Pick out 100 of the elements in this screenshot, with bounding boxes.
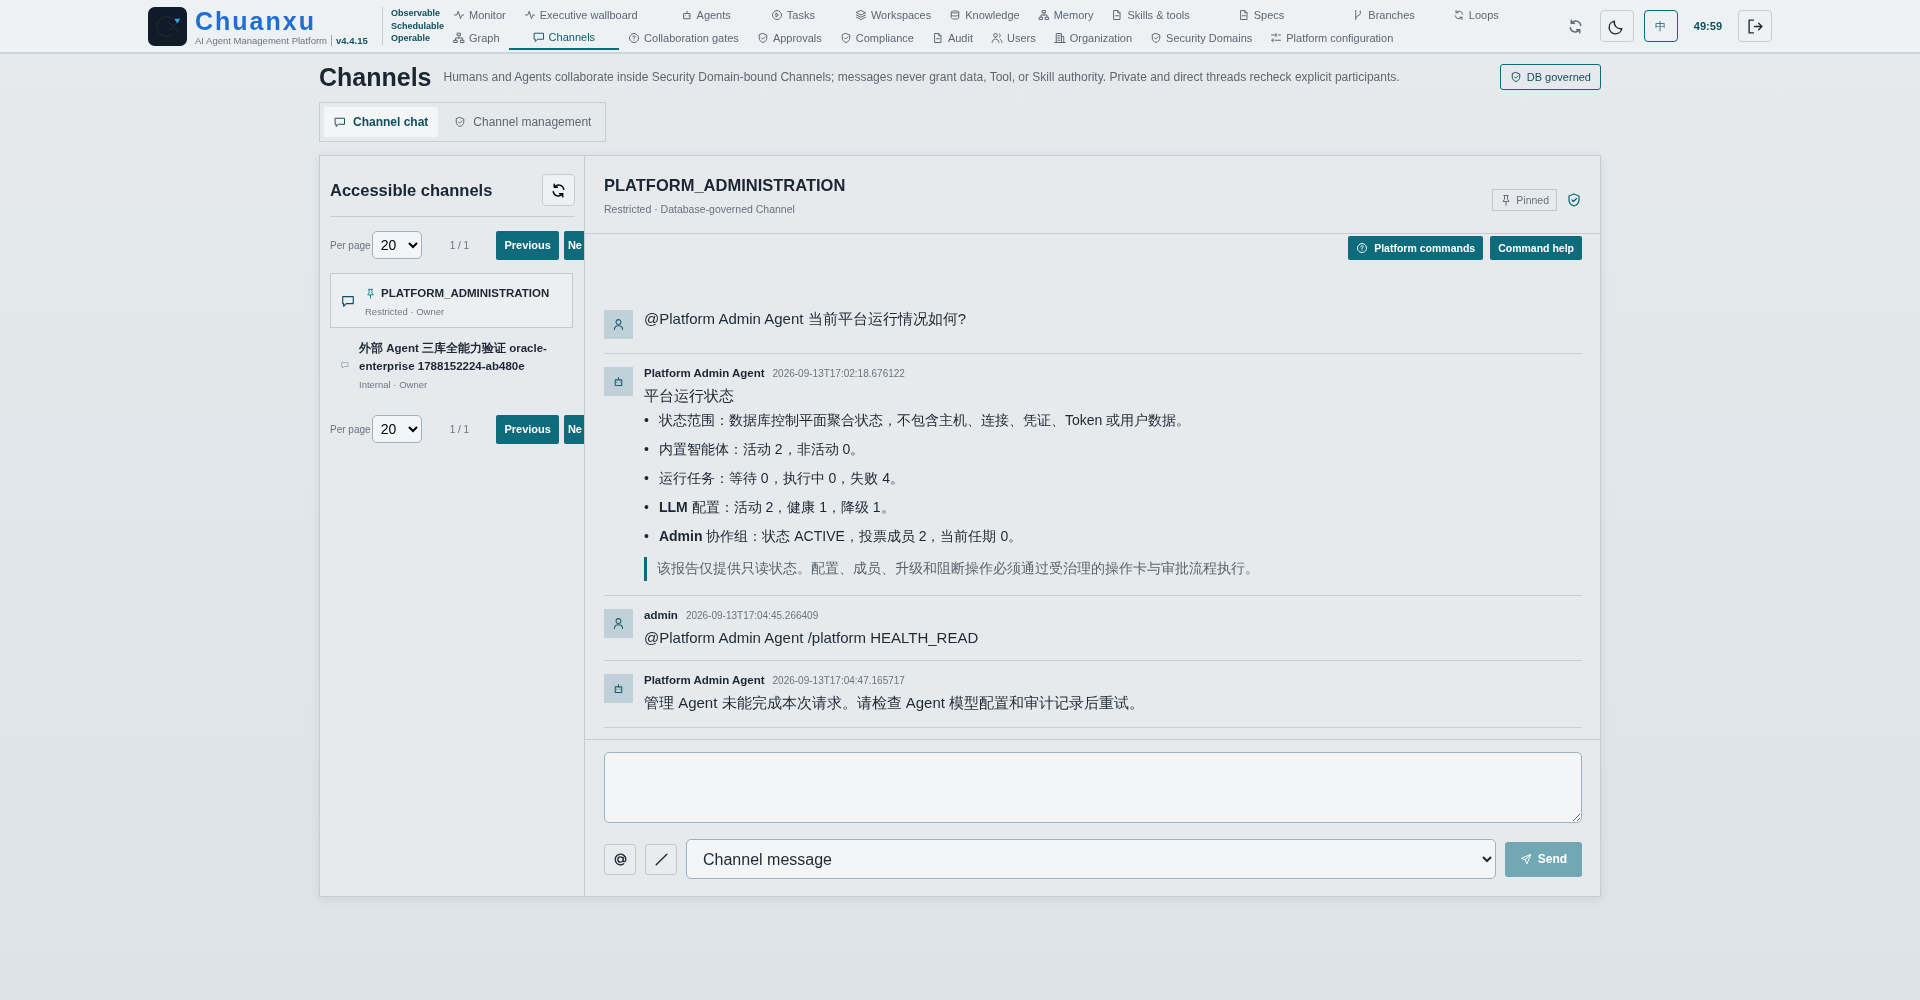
database-icon (949, 8, 962, 21)
tagline-text: Schedulable (391, 19, 444, 33)
report-item: 状态范围：数据库控制平面聚合状态，不包含主机、连接、凭证、Token 或用户数据。 (658, 412, 1191, 429)
nav-link[interactable]: Agents (671, 3, 740, 26)
play-icon (770, 8, 783, 21)
sidebar-title: Accessible channels (330, 180, 493, 200)
message-time: 2026-09-13T17:04:45.266409 (685, 610, 819, 621)
message-input[interactable] (604, 752, 1582, 823)
nav-link[interactable]: Platform configuration (1261, 26, 1403, 49)
shield-icon (1566, 191, 1582, 208)
sliders-icon (1270, 31, 1283, 44)
message-text: @Platform Admin Agent /platform HEALTH_READ (644, 629, 980, 646)
tagline-text: Observable (391, 7, 442, 20)
report-heading: 平台运行状态 (644, 387, 735, 406)
bullet-marker: • (644, 470, 649, 487)
page-indicator: 1 / 1 (448, 239, 471, 251)
next-button[interactable]: Ne (563, 230, 584, 260)
version-label: v4.4.15 (331, 34, 368, 46)
nav-link[interactable]: Loops (1443, 3, 1508, 26)
nav-link[interactable]: Monitor (444, 3, 515, 26)
message-text: 管理 Agent 未能完成本次请求。请检查 Agent 模型配置和审计记录后重试。 (644, 694, 1146, 713)
bullet-marker: • (644, 412, 649, 429)
nav-link[interactable]: Memory (1028, 3, 1103, 26)
next-button[interactable]: Ne (563, 414, 584, 444)
logout-button[interactable] (1738, 10, 1772, 42)
message-author: Platform Admin Agent (644, 367, 765, 379)
nav-link[interactable]: Knowledge (940, 3, 1029, 26)
previous-button[interactable]: Previous (496, 230, 559, 260)
chat-icon (341, 293, 355, 308)
page-size-select[interactable]: 20 (371, 231, 423, 259)
tab[interactable]: Channel chat (324, 107, 439, 137)
robot-icon (680, 8, 693, 21)
logo-icon (148, 6, 187, 46)
report-note: 该报告仅提供只读状态。配置、成员、升级和阻断操作必须通过受治理的操作卡与审批流程执行。 (644, 557, 1582, 581)
help-icon (1356, 242, 1369, 254)
person-icon (612, 318, 625, 331)
previous-button[interactable]: Previous (496, 414, 559, 444)
pulse-icon (453, 8, 465, 21)
nav-link[interactable]: Compliance (830, 26, 923, 49)
message-author: Platform Admin Agent (644, 674, 765, 686)
channel-title: PLATFORM_ADMINISTRATION (604, 176, 846, 195)
mention-button[interactable] (604, 843, 636, 875)
chat-icon (532, 30, 545, 43)
nav-link[interactable]: Branches (1343, 3, 1424, 26)
theme-button[interactable] (1599, 10, 1634, 42)
nav-link[interactable]: Security Domains (1141, 26, 1262, 49)
nav-link[interactable]: Specs (1228, 3, 1294, 26)
nav-link[interactable]: Skills & tools (1102, 3, 1199, 26)
channel-item[interactable]: PLATFORM_ADMINISTRATION Restricted · Owner (330, 273, 573, 328)
shield-icon (756, 31, 769, 44)
channel-meta: Internal · Owner (359, 379, 429, 390)
command-button[interactable]: Command help (1490, 236, 1582, 260)
report-item: 内置智能体：活动 2，非活动 0。 (658, 441, 865, 458)
bullet-marker: • (644, 528, 649, 545)
status-badge: DB governed (1499, 64, 1601, 90)
nav-link[interactable]: Channels (508, 25, 620, 50)
channel-item[interactable]: 外部 Agent 三库全能力验证 oracle-enterprise 1788152224-ab480e Internal · Owner (330, 328, 573, 401)
brand-subtitle: AI Agent Management Platform (195, 34, 328, 46)
help-icon (628, 31, 641, 44)
page-description: Humans and Agents collaborate inside Security Domain-bound Channels; messages never grant data, Tool, or Skill authority. Private and direct threads recheck explicit participants. (443, 70, 1400, 84)
page-title: Channels (319, 62, 432, 92)
channel-name: PLATFORM_ADMINISTRATION (381, 286, 550, 301)
bullet-marker: • (644, 441, 649, 458)
shield-icon (1150, 31, 1163, 44)
nav-link[interactable]: Tasks (761, 3, 824, 26)
command-button[interactable]: Platform commands (1348, 236, 1484, 260)
page-indicator: 1 / 1 (448, 423, 471, 435)
refresh-button[interactable] (542, 174, 575, 206)
document-icon (1111, 8, 1124, 21)
refresh-icon (550, 181, 567, 199)
layers-icon (854, 8, 867, 21)
per-page-label: Per page (330, 423, 372, 435)
message-text: @Platform Admin Agent 当前平台运行情况如何? (644, 310, 967, 329)
nav-link[interactable]: Executive wallboard (514, 3, 647, 26)
channel-subtitle: Restricted · Database-governed Channel (604, 203, 796, 215)
language-button[interactable]: 中 (1643, 10, 1678, 42)
nav-link[interactable]: Approvals (747, 26, 831, 49)
chat-icon (341, 360, 349, 369)
nav-link[interactable]: Collaboration gates (619, 26, 748, 49)
tab[interactable]: Channel management (444, 107, 602, 137)
command-button[interactable] (645, 843, 677, 875)
loop-icon (1452, 8, 1465, 21)
message-type-select[interactable]: Channel message (686, 839, 1496, 879)
pinned-badge: Pinned (1492, 188, 1557, 211)
nav-link[interactable]: Workspaces (845, 3, 941, 26)
bullet-marker: • (644, 499, 649, 516)
brand-name: Chuanxu (195, 6, 317, 35)
nav-link[interactable]: Audit (922, 26, 982, 49)
nav-link[interactable]: Users (981, 26, 1045, 49)
users-icon (990, 31, 1003, 44)
hierarchy-icon (1037, 8, 1050, 21)
page-size-select[interactable]: 20 (371, 415, 423, 443)
pin-icon (1500, 193, 1513, 206)
nav-link[interactable]: Graph (444, 26, 509, 49)
send-icon (1519, 853, 1532, 865)
chat-icon (334, 116, 346, 128)
nav-link[interactable]: Organization (1044, 26, 1142, 49)
person-icon (612, 617, 625, 630)
hierarchy-icon (453, 31, 465, 44)
pulse-icon (523, 8, 536, 21)
